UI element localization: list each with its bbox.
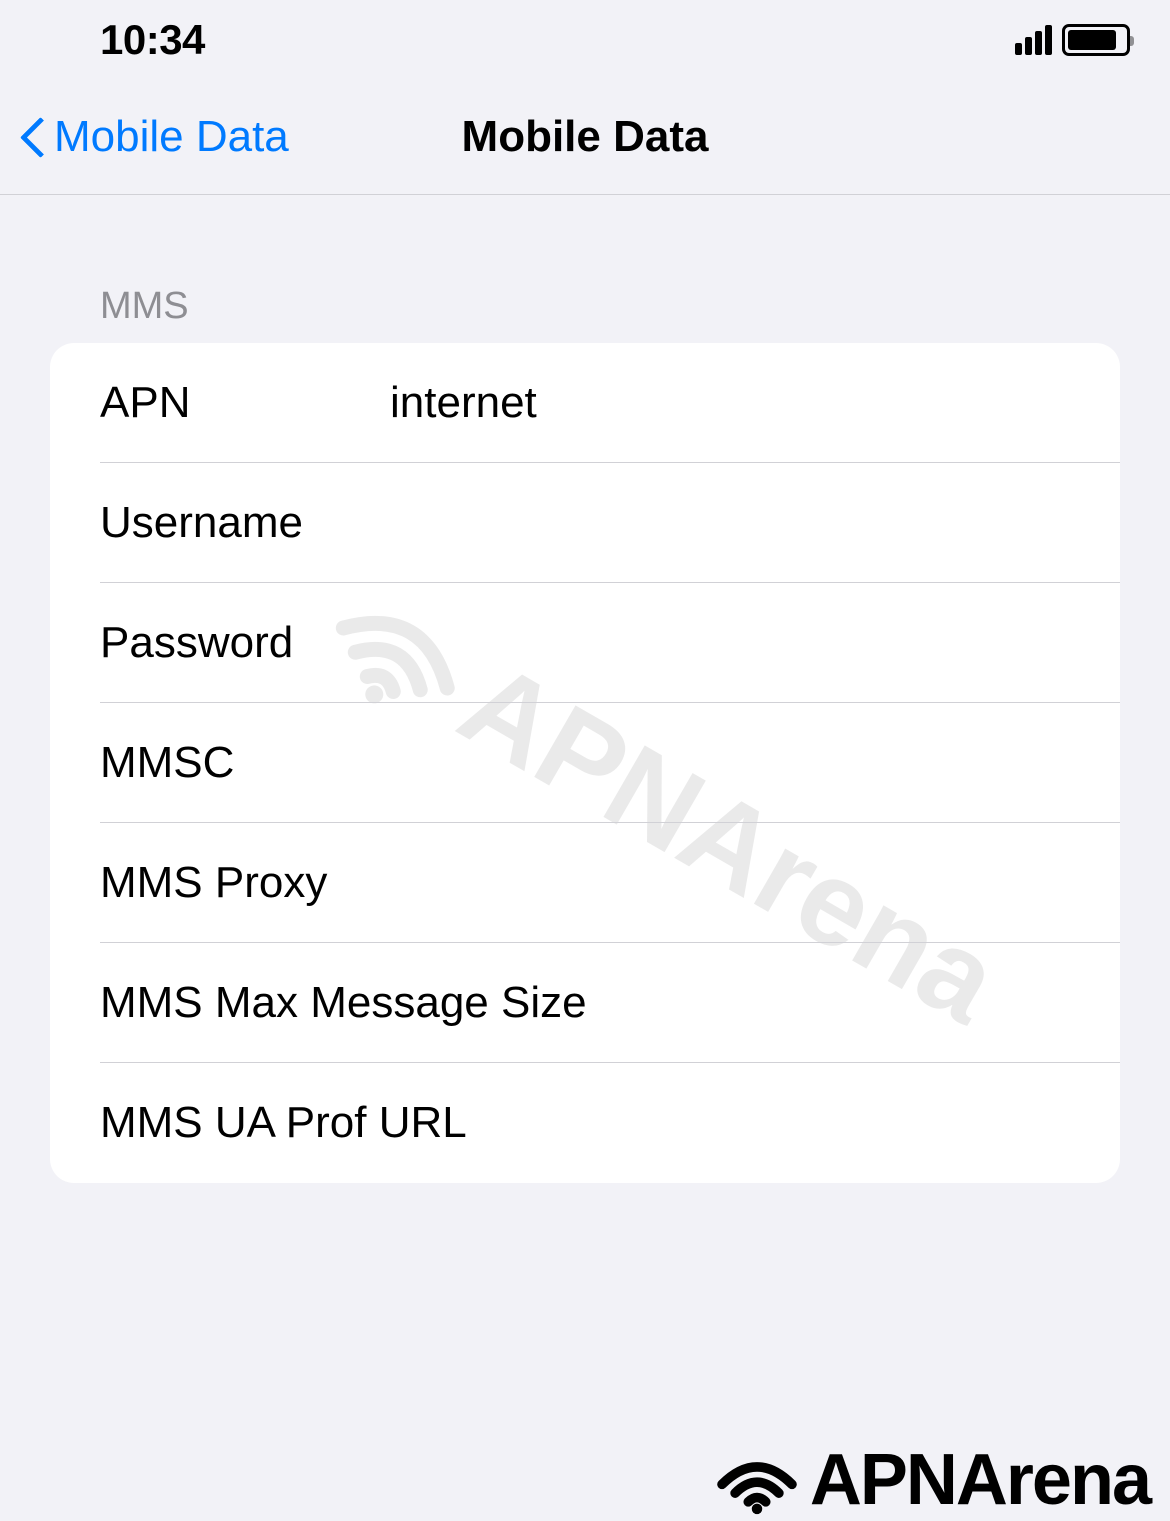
mms-ua-prof-row[interactable]: MMS UA Prof URL (50, 1063, 1120, 1183)
back-button[interactable]: Mobile Data (0, 112, 289, 162)
mmsc-label: MMSC (100, 738, 390, 788)
cellular-signal-icon (1015, 25, 1052, 55)
section-header-mms: MMS (0, 195, 1170, 343)
mms-ua-prof-label: MMS UA Prof URL (100, 1098, 1120, 1148)
mms-proxy-row[interactable]: MMS Proxy (50, 823, 1120, 943)
apn-input[interactable] (390, 378, 1120, 428)
apn-label: APN (100, 378, 390, 428)
mms-max-size-row[interactable]: MMS Max Message Size (50, 943, 1120, 1063)
mmsc-input[interactable] (390, 738, 1120, 788)
footer-brand: APNArena (712, 1439, 1150, 1521)
username-input[interactable] (390, 498, 1120, 548)
mms-settings-group: APN Username Password MMSC MMS Proxy MMS… (50, 343, 1120, 1183)
wifi-icon (712, 1445, 802, 1515)
username-label: Username (100, 498, 390, 548)
password-input[interactable] (390, 618, 1120, 668)
password-row[interactable]: Password (50, 583, 1120, 703)
chevron-left-icon (20, 117, 44, 157)
back-label: Mobile Data (54, 112, 289, 162)
status-indicators (1015, 24, 1130, 56)
password-label: Password (100, 618, 390, 668)
username-row[interactable]: Username (50, 463, 1120, 583)
mms-proxy-label: MMS Proxy (100, 858, 515, 908)
apn-row[interactable]: APN (50, 343, 1120, 463)
status-time: 10:34 (100, 16, 205, 64)
mms-max-size-label: MMS Max Message Size (100, 978, 1120, 1028)
battery-icon (1062, 24, 1130, 56)
page-title: Mobile Data (462, 112, 709, 162)
status-bar: 10:34 (0, 0, 1170, 80)
navigation-bar: Mobile Data Mobile Data (0, 80, 1170, 195)
mmsc-row[interactable]: MMSC (50, 703, 1120, 823)
brand-name: APNArena (810, 1439, 1150, 1521)
mms-proxy-input[interactable] (515, 858, 1120, 908)
